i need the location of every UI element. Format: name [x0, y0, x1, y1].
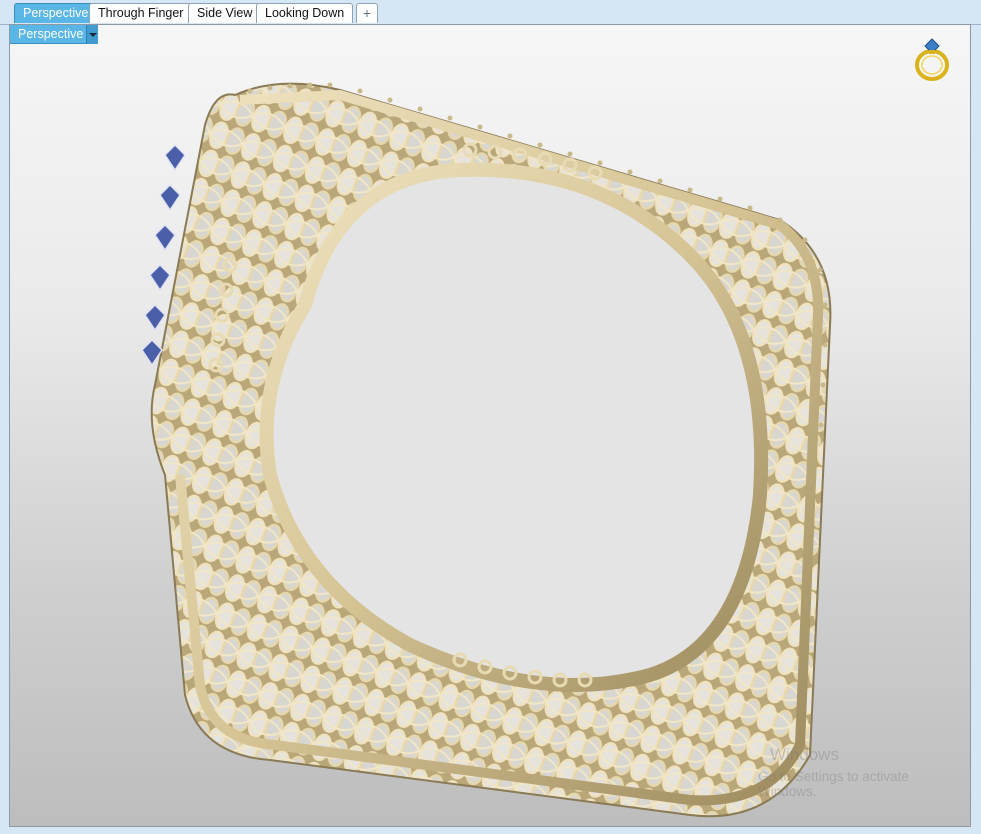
bangle-3d-model[interactable]: [130, 55, 850, 825]
tab-through-finger[interactable]: Through Finger: [89, 3, 193, 23]
chevron-down-icon[interactable]: [86, 25, 98, 44]
ring-icon[interactable]: [912, 35, 952, 83]
tab-perspective[interactable]: Perspective: [14, 3, 98, 23]
tab-side-view[interactable]: Side View: [188, 3, 262, 23]
3d-viewport[interactable]: Perspective Windows Go to Settings to ac…: [9, 24, 971, 827]
add-tab-button[interactable]: +: [356, 3, 378, 23]
cad-application-window: Perspective Through Finger Side View Loo…: [0, 0, 981, 834]
tab-looking-down[interactable]: Looking Down: [256, 3, 354, 23]
viewport-tab-strip: Perspective Through Finger Side View Loo…: [0, 0, 981, 25]
viewport-title-label: Perspective: [18, 27, 84, 41]
window-bottom-edge: [0, 827, 981, 834]
plus-icon: +: [362, 5, 372, 21]
watermark-subtitle: Go to Settings to activate Windows.: [758, 769, 909, 799]
viewport-title-button[interactable]: Perspective: [10, 25, 98, 44]
watermark-title: Windows: [770, 745, 839, 764]
